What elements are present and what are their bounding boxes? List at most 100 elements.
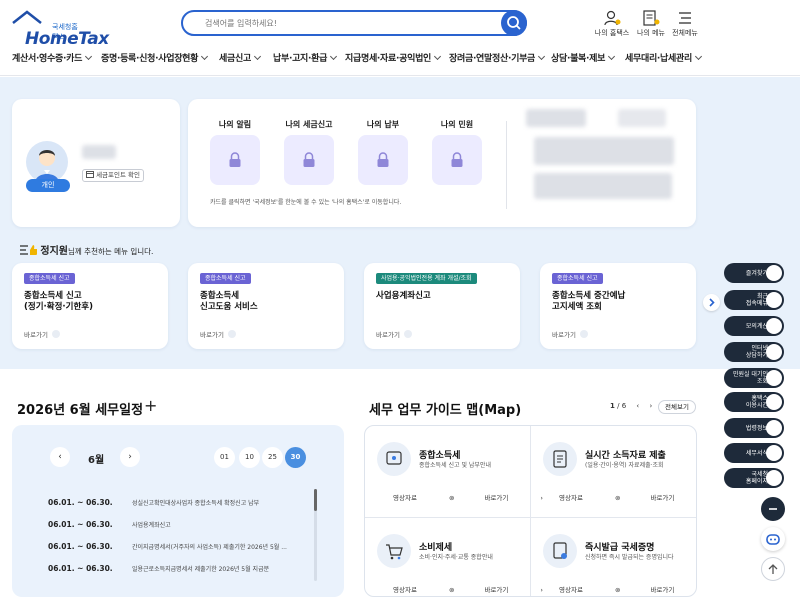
quick-law[interactable]: 법령정보 [724, 418, 784, 438]
day-button[interactable]: 01 [214, 447, 235, 468]
day-button[interactable]: 25 [262, 447, 283, 468]
my-hometax-hint: 카드를 클릭하면 '국세정보'를 한눈에 볼 수 있는 '나의 홈택스'로 이동… [210, 199, 402, 206]
minus-icon [769, 508, 777, 510]
gnb-item-statements[interactable]: 지급명세·자료·공익법인 [345, 51, 442, 64]
tax-point-button[interactable]: 세금포인트 확인 [82, 169, 144, 182]
collapse-button[interactable] [761, 497, 785, 521]
quick-forms[interactable]: 세무서식 [724, 443, 784, 463]
quick-waiting[interactable]: 민원실 대기인 조회 [724, 368, 784, 388]
my-menu-label: 나의 메뉴 [637, 29, 665, 37]
quick-favorites[interactable]: 즐겨찾기 [724, 263, 784, 283]
hometax-page: 국세청홈택스 HomeTax 나의 홈택스 [0, 0, 800, 597]
day-button[interactable]: 10 [239, 447, 260, 468]
gnb-item-payment[interactable]: 납부·고지·환급 [273, 51, 338, 64]
quick-consult[interactable]: 인터넷 상담하기 [724, 342, 784, 362]
scrollbar-thumb[interactable] [314, 489, 317, 511]
chevron-right-icon [709, 298, 715, 307]
go-link[interactable]: 바로가기 [552, 329, 588, 339]
quick-label: 홈택스 이용시간 [745, 395, 768, 409]
schedule-date: 06.01. ~ 06.30. [48, 542, 113, 551]
guide-item[interactable]: 종합소득세 종합소득세 신고 및 납부안내 영상자료 ⊚ 바로가기 › [365, 426, 543, 518]
my-tax-report-tile[interactable] [284, 135, 334, 185]
masked-info [534, 137, 674, 165]
page-total: / 6 [617, 402, 627, 410]
arrow-up-icon [768, 564, 778, 574]
gnb-item-incentive[interactable]: 장려금·연말정산·기부금 [449, 51, 546, 64]
prev-page-icon[interactable]: ‹ [636, 402, 639, 410]
schedule-row[interactable]: 06.01. ~ 06.30. 간이지급명세서(거주자의 사업소득) 제출기한 2… [48, 542, 308, 551]
quick-homepage[interactable]: 국세청 홈페이지 [724, 468, 784, 488]
quick-label: 최근 접속메뉴 [745, 293, 768, 307]
my-petition-tile[interactable] [432, 135, 482, 185]
chevron-down-icon [608, 52, 616, 61]
video-link[interactable]: 영상자료 ⊚ [559, 492, 620, 502]
recommend-card[interactable]: 종합소득세 신고 종합소득세 중간예납 고지세액 조회 바로가기 [540, 263, 696, 349]
go-link[interactable]: 바로가기 › [650, 492, 696, 502]
prev-arrow-icon[interactable]: ‹ [0, 295, 8, 311]
day-button-selected[interactable]: 30 [285, 447, 306, 468]
scale-icon [766, 420, 782, 436]
my-payment-tile[interactable] [358, 135, 408, 185]
search-box [181, 10, 527, 36]
chatbot-icon [766, 534, 780, 545]
certificate-icon [543, 534, 577, 568]
chevron-down-icon [201, 52, 209, 61]
quick-recent[interactable]: 최근 접속메뉴 [724, 290, 784, 310]
search-input[interactable] [205, 15, 495, 31]
view-all-button[interactable]: 전체보기 [658, 400, 696, 414]
video-link[interactable]: 영상자료 ⊚ [393, 492, 454, 502]
schedule-row[interactable]: 06.01. ~ 06.30. 사업용계좌신고 [48, 520, 308, 529]
person-icon [604, 10, 621, 26]
search-button[interactable] [501, 10, 527, 36]
go-link[interactable]: 바로가기 [376, 329, 412, 339]
hometax-logo[interactable]: 국세청홈택스 HomeTax [12, 10, 109, 49]
clock-icon [766, 394, 782, 410]
lock-icon [229, 152, 241, 167]
gnb-item-certificate[interactable]: 증명·등록·신청·사업장현황 [101, 51, 209, 64]
gnb-item-invoice[interactable]: 계산서·영수증·카드 [12, 51, 93, 64]
gnb-label: 상담·불복·제보 [551, 54, 606, 64]
quick-label: 인터넷 상담하기 [745, 345, 768, 359]
next-month-button[interactable]: › [120, 447, 140, 467]
all-menu-button[interactable]: 전체메뉴 [663, 10, 707, 38]
prev-month-button[interactable]: ‹ [50, 447, 70, 467]
schedule-row[interactable]: 06.01. ~ 06.30. 일용근로소득지급명세서 제출기한 2026년 5월… [48, 564, 308, 573]
go-link[interactable]: 바로가기 [24, 329, 60, 339]
gnb-item-tax-report[interactable]: 세금신고 [219, 51, 261, 64]
quick-calculator[interactable]: 모의계산 [724, 316, 784, 336]
go-link[interactable]: 바로가기 › [650, 584, 696, 594]
schedule-row[interactable]: 06.01. ~ 06.30. 성실신고확인대상사업자 종합소득세 확정신고 납부 [48, 498, 308, 507]
category-tag: 종합소득세 신고 [24, 273, 75, 284]
my-alert-tile[interactable] [210, 135, 260, 185]
gnb-item-agent[interactable]: 세무대리·납세관리 [625, 51, 703, 64]
video-link[interactable]: 영상자료 ⊚ [393, 584, 454, 594]
my-tax-report-label: 나의 세금신고 [285, 120, 333, 129]
next-arrow-button[interactable] [703, 294, 720, 311]
schedule-title: 2026년 6월 세무일정 [17, 403, 144, 418]
site-header: 국세청홈택스 HomeTax 나의 홈택스 [0, 0, 800, 76]
chevron-down-icon [538, 52, 546, 61]
go-link[interactable]: 바로가기 [200, 329, 236, 339]
quick-hours[interactable]: 홈택스 이용시간 [724, 392, 784, 412]
gnb-label: 세무대리·납세관리 [625, 54, 692, 64]
card-title: 사업용계좌신고 [376, 291, 431, 301]
gnb-label: 세금신고 [219, 54, 251, 64]
guide-item[interactable]: 소비제세 소비·인지·주세·교통 종합안내 영상자료 ⊚ 바로가기 › [365, 518, 543, 596]
guide-item[interactable]: 실시간 소득자료 제출 (일용·간이·용역) 자료제출·조회 영상자료 ⊚ 바로가… [531, 426, 696, 518]
recommend-card[interactable]: 사업용·공익법인전용 계좌 개설/조회 사업용계좌신고 바로가기 [364, 263, 520, 349]
my-hometax-button[interactable]: 나의 홈택스 [590, 10, 634, 38]
gnb-item-consult[interactable]: 상담·불복·제보 [551, 51, 616, 64]
masked-info [526, 109, 586, 127]
add-schedule-icon[interactable]: + [144, 398, 157, 414]
video-link[interactable]: 영상자료 ⊚ [559, 584, 620, 594]
guide-item[interactable]: 즉시발급 국세증명 신청하면 즉시 발급되는 증명입니다 영상자료 ⊚ 바로가기 … [531, 518, 696, 596]
recommend-card[interactable]: 종합소득세 신고 종합소득세 신고 (정기·확정·기한후) 바로가기 [12, 263, 168, 349]
document-icon [643, 10, 660, 26]
scroll-top-button[interactable] [761, 557, 785, 581]
chatbot-button[interactable] [761, 527, 785, 551]
go-label: 바로가기 [484, 586, 509, 594]
chevron-right-icon [51, 330, 60, 338]
next-page-icon[interactable]: › [649, 402, 652, 410]
search-icon [507, 16, 521, 30]
recommend-card[interactable]: 종합소득세 신고 종합소득세 신고도움 서비스 바로가기 [188, 263, 344, 349]
